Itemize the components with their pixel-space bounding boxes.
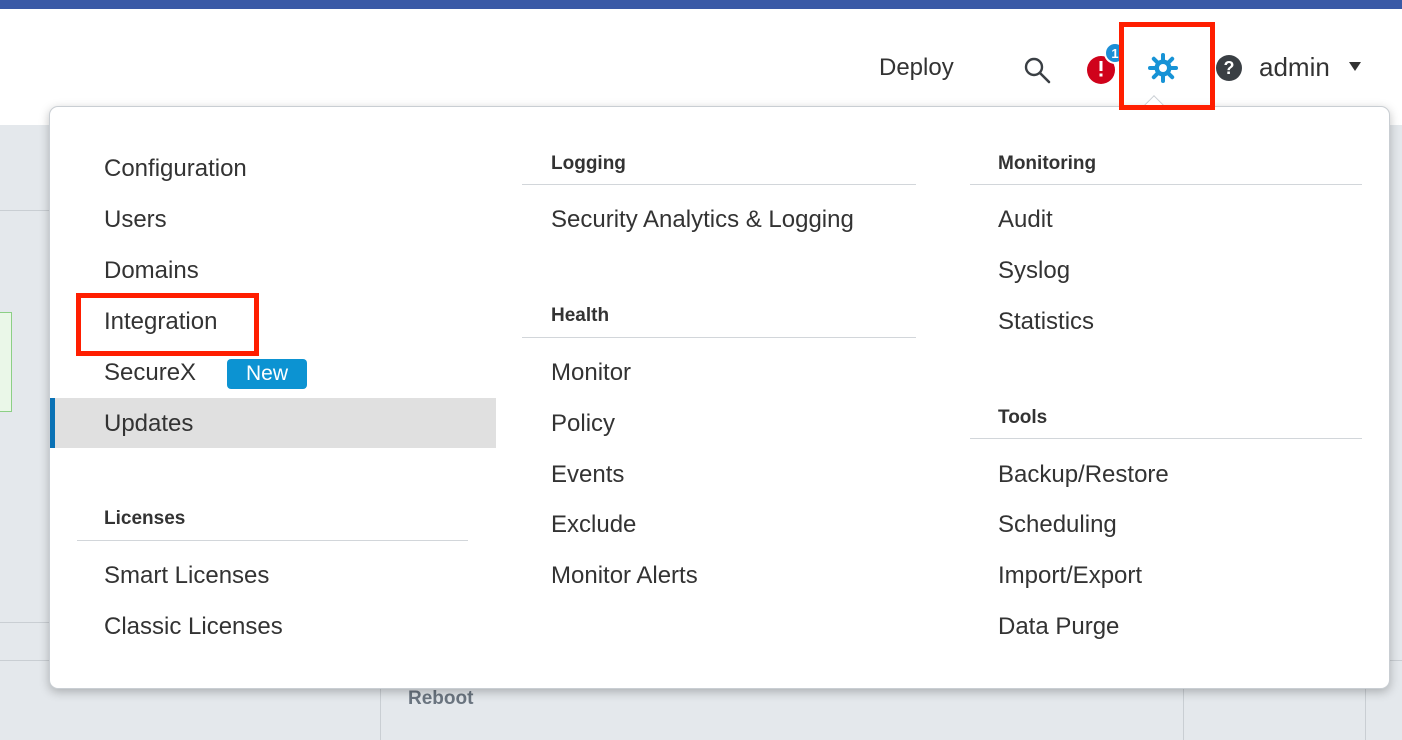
section-divider [522,337,916,338]
section-heading-licenses: Licenses [104,508,186,529]
menu-item-exclude[interactable]: Exclude [551,511,636,539]
menu-item-monitor[interactable]: Monitor [551,359,631,387]
menu-item-syslog[interactable]: Syslog [998,257,1070,285]
menu-item-data-purge[interactable]: Data Purge [998,613,1119,641]
menu-item-import-export[interactable]: Import/Export [998,562,1142,590]
section-heading-monitoring: Monitoring [998,153,1097,174]
highlight-box-integration [76,293,259,356]
menu-item-statistics[interactable]: Statistics [998,308,1094,336]
caret-down-icon[interactable] [1349,62,1361,71]
section-heading-health: Health [551,305,610,326]
section-divider [77,540,468,541]
section-heading-tools: Tools [998,407,1048,428]
menu-item-audit[interactable]: Audit [998,206,1053,234]
menu-item-backup-restore[interactable]: Backup/Restore [998,461,1169,489]
section-heading-logging: Logging [551,153,626,174]
highlight-box-gear [1119,22,1215,110]
new-badge: New [227,359,307,389]
menu-item-domains[interactable]: Domains [104,257,199,285]
menu-item-securex[interactable]: SecureX [104,359,196,387]
top-accent-bar [0,0,1402,9]
section-divider [970,438,1362,439]
search-icon[interactable] [1022,55,1052,85]
menu-item-security-analytics-logging[interactable]: Security Analytics & Logging [551,206,854,234]
bg-divider [0,210,50,211]
menu-item-events[interactable]: Events [551,461,624,489]
menu-item-updates[interactable]: Updates [104,410,193,438]
menu-item-scheduling[interactable]: Scheduling [998,511,1117,539]
reboot-label[interactable]: Reboot [408,688,473,710]
menu-item-configuration[interactable]: Configuration [104,155,247,183]
selected-row-indicator [50,398,55,448]
menu-item-classic-licenses[interactable]: Classic Licenses [104,613,283,641]
section-divider [970,184,1362,185]
menu-item-policy[interactable]: Policy [551,410,615,438]
deploy-button[interactable]: Deploy [879,54,954,82]
status-panel-edge [0,312,12,412]
user-menu-button[interactable]: admin [1259,52,1330,83]
alert-count-badge: 1 [1111,46,1118,61]
menu-item-smart-licenses[interactable]: Smart Licenses [104,562,269,590]
menu-item-users[interactable]: Users [104,206,167,234]
menu-item-monitor-alerts[interactable]: Monitor Alerts [551,562,698,590]
help-icon[interactable]: ? [1216,55,1242,81]
bg-divider [0,622,50,623]
section-divider [522,184,916,185]
